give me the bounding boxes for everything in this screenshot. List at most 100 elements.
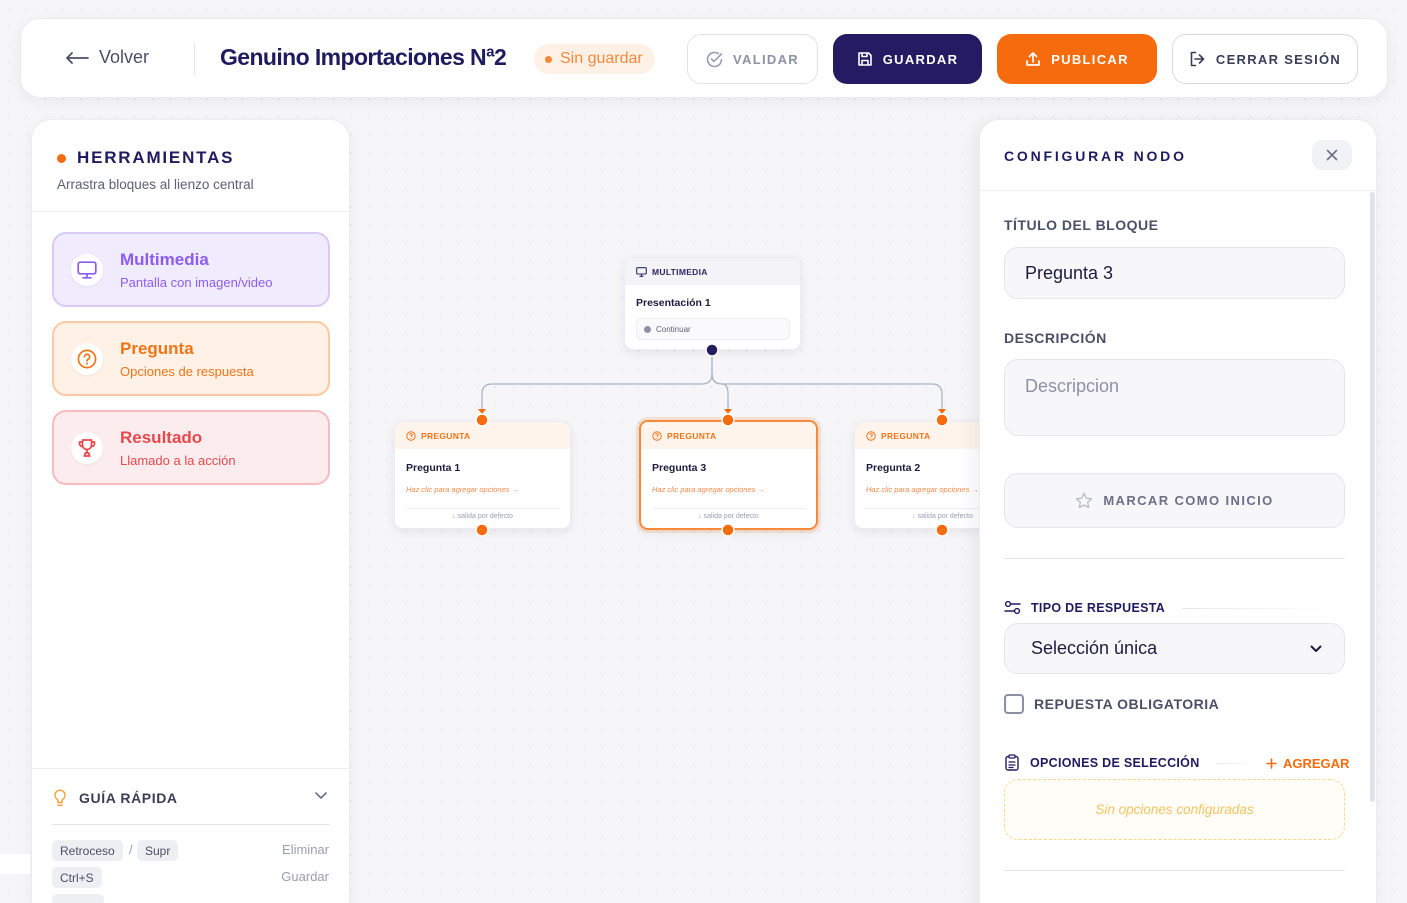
question-circle-icon [406, 430, 416, 441]
node-type-label: MULTIMEDIA [652, 266, 708, 277]
node-title: Pregunta 2 [866, 462, 921, 474]
tool-name: Resultado [120, 428, 203, 447]
tool-description: Opciones de respuesta [120, 364, 254, 379]
logout-icon [1190, 51, 1205, 67]
close-icon [1326, 149, 1338, 161]
node-add-options-hint[interactable]: Haz clic para agregar opciones → [652, 485, 765, 494]
node-default-output: ↓ salida por defecto [452, 513, 513, 520]
sliders-icon [1004, 600, 1021, 615]
node-title: Pregunta 1 [406, 462, 461, 474]
add-option-label: AGREGAR [1283, 756, 1350, 771]
close-button[interactable] [1312, 140, 1352, 170]
guide-divider [52, 824, 330, 825]
selection-options-label: OPCIONES DE SELECCIÓN [1030, 755, 1200, 770]
panel-indicator-dot [57, 154, 66, 163]
publish-label: PUBLICAR [1051, 51, 1129, 67]
required-answer-checkbox[interactable]: REPUESTA OBLIGATORIA [1004, 694, 1219, 714]
mark-start-button[interactable]: MARCAR COMO INICIO [1004, 473, 1345, 528]
shortcut-separator: / [129, 842, 133, 857]
node-type-label: PREGUNTA [667, 430, 717, 441]
panel-divider [32, 211, 349, 212]
tool-description: Llamado a la acción [120, 453, 236, 468]
node-header: MULTIMEDIA [625, 258, 800, 285]
monitor-icon [636, 266, 647, 277]
continue-label: Continuar [656, 324, 691, 334]
star-icon [1076, 492, 1093, 509]
heading-rule [1182, 608, 1332, 609]
trophy-icon [71, 432, 103, 464]
scrollbar[interactable] [1370, 192, 1375, 802]
required-answer-label: REPUESTA OBLIGATORIA [1034, 696, 1220, 712]
tool-name: Multimedia [120, 250, 209, 269]
panel-divider [32, 768, 349, 769]
question-circle-icon [652, 430, 662, 441]
shortcut-key: Retroceso [52, 840, 123, 861]
node-config-panel: CONFIGURAR NODO TÍTULO DEL BLOQUE DESCRI… [979, 119, 1377, 903]
shortcut-key: Supr [137, 840, 179, 861]
description-label: DESCRIPCIÓN [1004, 330, 1107, 346]
chevron-down-icon[interactable] [314, 791, 328, 800]
block-title-label: TÍTULO DEL BLOQUE [1004, 217, 1159, 233]
plus-icon [1266, 758, 1277, 769]
arrow-head [724, 409, 732, 414]
tool-resultado[interactable]: Resultado Llamado a la acción [52, 410, 330, 485]
node-continue-option: Continuar [636, 318, 790, 340]
config-title: CONFIGURAR NODO [1004, 148, 1187, 164]
option-dot [644, 325, 651, 333]
selection-options-heading: OPCIONES DE SELECCIÓN [1004, 754, 1200, 771]
clipboard-list-icon [1005, 754, 1019, 771]
arrow-head [938, 409, 946, 414]
node-header: PREGUNTA [641, 422, 816, 449]
node-type-label: PREGUNTA [881, 430, 931, 441]
quick-guide-title: GUÍA RÁPIDA [79, 790, 178, 806]
connection-lines [481, 350, 943, 418]
node-divider [406, 508, 559, 509]
response-type-value: Selección única [1031, 638, 1158, 658]
tool-description: Pantalla con imagen/video [120, 275, 273, 290]
response-type-label: TIPO DE RESPUESTA [1031, 600, 1166, 615]
logout-button[interactable]: CERRAR SESIÓN [1172, 34, 1358, 84]
tools-title: HERRAMIENTAS [77, 148, 235, 167]
question-circle-icon [866, 430, 876, 441]
node-type-label: PREGUNTA [421, 430, 471, 441]
node-title: Pregunta 3 [652, 462, 707, 474]
connector-edge [481, 350, 713, 418]
logout-label: CERRAR SESIÓN [1215, 51, 1342, 67]
tool-pregunta[interactable]: Pregunta Opciones de respuesta [52, 321, 330, 396]
tools-subtitle: Arrastra bloques al lienzo central [57, 177, 254, 192]
tools-panel: HERRAMIENTAS Arrastra bloques al lienzo … [31, 119, 350, 903]
checkbox-box[interactable] [1004, 694, 1024, 714]
tool-name: Pregunta [120, 339, 194, 358]
response-type-select[interactable]: Selección única [1004, 623, 1345, 674]
node-title: Presentación 1 [636, 297, 711, 309]
block-title-input[interactable] [1004, 247, 1345, 299]
publish-button[interactable]: PUBLICAR [997, 34, 1157, 84]
question-circle-icon [71, 343, 103, 375]
canvas-node-pregunta-3[interactable]: PREGUNTA Pregunta 3 Haz clic para agrega… [639, 420, 818, 530]
tool-multimedia[interactable]: Multimedia Pantalla con imagen/video [52, 232, 330, 307]
canvas-node-pregunta-1[interactable]: PREGUNTA Pregunta 1 Haz clic para agrega… [394, 421, 571, 529]
response-type-heading: TIPO DE RESPUESTA [1004, 600, 1165, 615]
canvas-node-multimedia[interactable]: MULTIMEDIA Presentación 1 Continuar [624, 257, 801, 350]
edge-arrows [478, 409, 946, 414]
node-header: PREGUNTA [395, 422, 570, 449]
empty-options-placeholder: Sin opciones configuradas [1004, 779, 1345, 840]
add-option-button[interactable]: AGREGAR [1266, 756, 1349, 771]
node-default-output: ↓ salida por defecto [698, 513, 759, 520]
shortcut-key-partial [52, 894, 104, 903]
page-fragment [0, 854, 30, 874]
arrow-head [478, 409, 486, 414]
shortcut-action: Eliminar [282, 842, 329, 857]
mark-start-label: MARCAR COMO INICIO [1103, 493, 1274, 508]
shortcut-key: Ctrl+S [52, 867, 102, 888]
upload-icon [1026, 52, 1041, 66]
node-add-options-hint[interactable]: Haz clic para agregar opciones → [866, 485, 979, 494]
connector-edge [711, 373, 943, 418]
panel-divider [980, 190, 1376, 191]
description-input[interactable] [1004, 359, 1345, 436]
node-add-options-hint[interactable]: Haz clic para agregar opciones → [406, 485, 519, 494]
node-divider [652, 508, 805, 509]
heading-rule [1216, 763, 1256, 764]
section-divider [1004, 558, 1345, 559]
chevron-down-icon [1310, 645, 1322, 652]
